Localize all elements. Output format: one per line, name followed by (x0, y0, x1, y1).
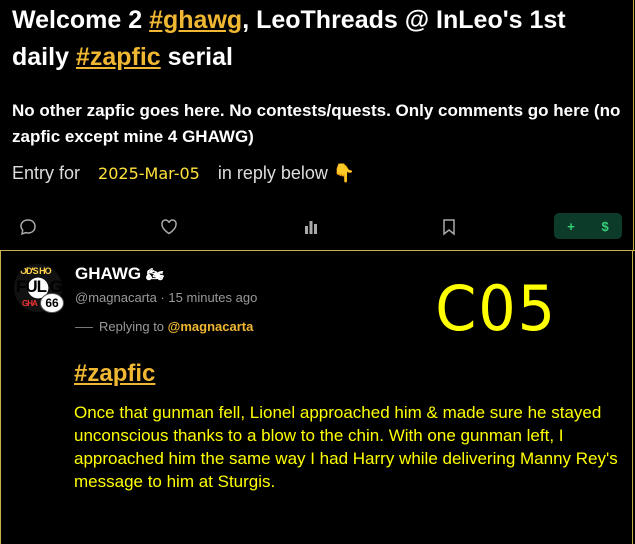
stats-icon[interactable] (300, 216, 322, 238)
replying-to: Replying to @magnacarta (75, 319, 253, 334)
reply-handle[interactable]: @magnacarta (75, 290, 157, 305)
entry-prefix: Entry for (12, 163, 81, 183)
ghawg-hashtag-link[interactable]: #ghawg (149, 6, 242, 34)
replying-handle-link[interactable]: @magnacarta (168, 319, 254, 334)
entry-suffix: in reply below 👇 (217, 163, 356, 183)
post-subtitle: No other zapfic goes here. No contests/q… (12, 101, 621, 146)
username-text: GHAWG (75, 264, 142, 283)
post-title: Welcome 2 #ghawg, LeoThreads @ InLeo's 1… (12, 2, 622, 76)
motorcycle-icon: 🏍 (145, 266, 164, 282)
avatar-text-bottom: GHA (22, 299, 38, 308)
replying-dash (75, 327, 93, 329)
title-part-3: serial (160, 43, 233, 71)
reply-body: Once that gunman fell, Lionel approached… (74, 403, 618, 491)
comment-icon[interactable] (17, 216, 39, 238)
reputation-badge: 66 (40, 293, 64, 313)
entry-line: Entry for 2025-Mar-05 in reply below 👇 (12, 163, 355, 184)
avatar-text-top: OD'S HO (20, 266, 52, 276)
tip-plus: + (567, 218, 575, 234)
heart-icon[interactable] (158, 216, 180, 238)
bookmark-icon[interactable] (438, 216, 460, 238)
reply-username[interactable]: GHAWG 🏍 (75, 264, 164, 284)
replying-prefix: Replying to (99, 319, 165, 334)
reply-time: 15 minutes ago (168, 290, 258, 305)
reply-meta: @magnacarta · 15 minutes ago (75, 290, 258, 305)
tip-dollar: $ (601, 218, 609, 234)
zapfic-hashtag-link[interactable]: #zapfic (76, 43, 161, 71)
post-actions (0, 210, 633, 242)
entry-date: 2025-Mar-05 (98, 164, 200, 183)
reply-hashtag-link[interactable]: #zapfic (74, 360, 155, 388)
tip-button[interactable]: + $ (554, 213, 622, 239)
handwritten-code: C05 (435, 272, 557, 345)
title-part-1: Welcome 2 (12, 6, 150, 34)
